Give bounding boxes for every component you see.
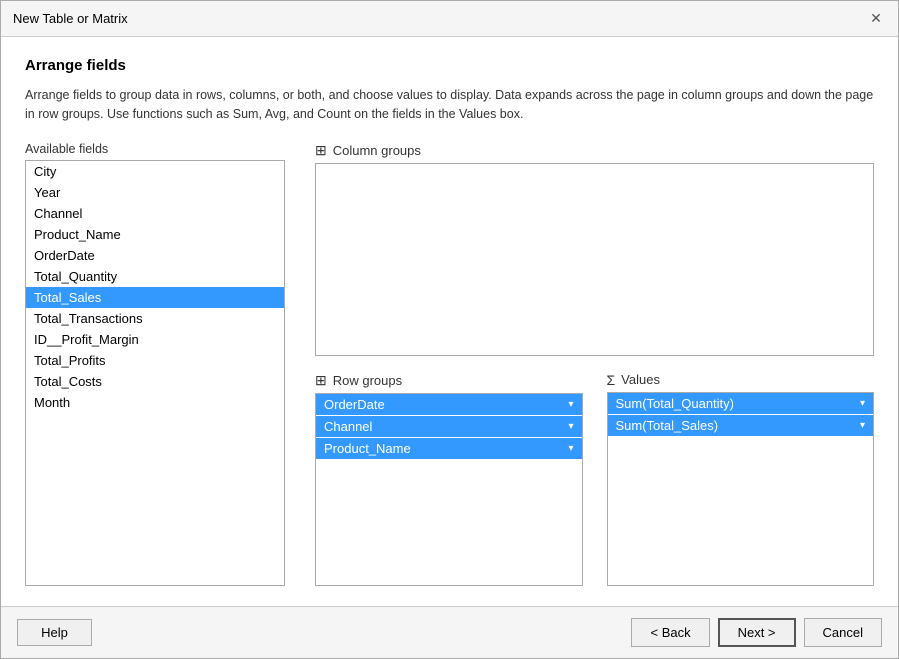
field-item[interactable]: Total_Sales bbox=[26, 287, 284, 308]
available-fields-label: Available fields bbox=[25, 142, 285, 156]
values-text: Values bbox=[621, 372, 660, 387]
values-item[interactable]: Sum(Total_Sales)▾ bbox=[608, 415, 874, 436]
field-item[interactable]: Product_Name bbox=[26, 224, 284, 245]
row-groups-label: ⊞ Row groups bbox=[315, 372, 583, 389]
content-area: Arrange fields Arrange fields to group d… bbox=[1, 37, 898, 606]
title-bar: New Table or Matrix ✕ bbox=[1, 1, 898, 37]
column-groups-label: ⊞ Column groups bbox=[315, 142, 874, 159]
bottom-right: ⊞ Row groups OrderDate▾Channel▾Product_N… bbox=[315, 372, 874, 586]
close-button[interactable]: ✕ bbox=[866, 9, 886, 29]
row-groups-text: Row groups bbox=[333, 373, 402, 388]
dialog-title: New Table or Matrix bbox=[13, 11, 128, 26]
help-button[interactable]: Help bbox=[17, 619, 92, 646]
description-text: Arrange fields to group data in rows, co… bbox=[25, 86, 874, 124]
row-groups-icon: ⊞ bbox=[315, 372, 327, 389]
field-item[interactable]: City bbox=[26, 161, 284, 182]
row-group-item[interactable]: Product_Name▾ bbox=[316, 438, 582, 459]
column-groups-text: Column groups bbox=[333, 143, 421, 158]
column-groups-zone: ⊞ Column groups bbox=[315, 142, 874, 356]
field-item[interactable]: Month bbox=[26, 392, 284, 413]
values-item[interactable]: Sum(Total_Quantity)▾ bbox=[608, 393, 874, 414]
column-groups-icon: ⊞ bbox=[315, 142, 327, 159]
row-group-item[interactable]: OrderDate▾ bbox=[316, 394, 582, 415]
row-group-item[interactable]: Channel▾ bbox=[316, 416, 582, 437]
top-right: ⊞ Column groups bbox=[315, 142, 874, 356]
values-label: Σ Values bbox=[607, 372, 875, 388]
dialog: New Table or Matrix ✕ Arrange fields Arr… bbox=[0, 0, 899, 659]
footer-left: Help bbox=[17, 619, 92, 646]
field-item[interactable]: Total_Transactions bbox=[26, 308, 284, 329]
field-item[interactable]: Year bbox=[26, 182, 284, 203]
field-item[interactable]: OrderDate bbox=[26, 245, 284, 266]
fields-area: Available fields CityYearChannelProduct_… bbox=[25, 142, 874, 587]
row-groups-box[interactable]: OrderDate▾Channel▾Product_Name▾ bbox=[315, 393, 583, 586]
field-item[interactable]: Channel bbox=[26, 203, 284, 224]
next-button[interactable]: Next > bbox=[718, 618, 796, 647]
cancel-button[interactable]: Cancel bbox=[804, 618, 882, 647]
values-zone: Σ Values Sum(Total_Quantity)▾Sum(Total_S… bbox=[607, 372, 875, 586]
footer-right: < Back Next > Cancel bbox=[631, 618, 882, 647]
field-item[interactable]: Total_Quantity bbox=[26, 266, 284, 287]
available-fields-list[interactable]: CityYearChannelProduct_NameOrderDateTota… bbox=[25, 160, 285, 587]
values-box[interactable]: Sum(Total_Quantity)▾Sum(Total_Sales)▾ bbox=[607, 392, 875, 586]
field-item[interactable]: Total_Costs bbox=[26, 371, 284, 392]
field-item[interactable]: Total_Profits bbox=[26, 350, 284, 371]
row-groups-zone: ⊞ Row groups OrderDate▾Channel▾Product_N… bbox=[315, 372, 583, 586]
right-panel: ⊞ Column groups ⊞ Row groups bbox=[315, 142, 874, 587]
footer: Help < Back Next > Cancel bbox=[1, 606, 898, 658]
column-groups-box[interactable] bbox=[315, 163, 874, 356]
values-icon: Σ bbox=[607, 372, 616, 388]
back-button[interactable]: < Back bbox=[631, 618, 709, 647]
page-title: Arrange fields bbox=[25, 57, 874, 74]
field-item[interactable]: ID__Profit_Margin bbox=[26, 329, 284, 350]
available-fields-panel: Available fields CityYearChannelProduct_… bbox=[25, 142, 285, 587]
